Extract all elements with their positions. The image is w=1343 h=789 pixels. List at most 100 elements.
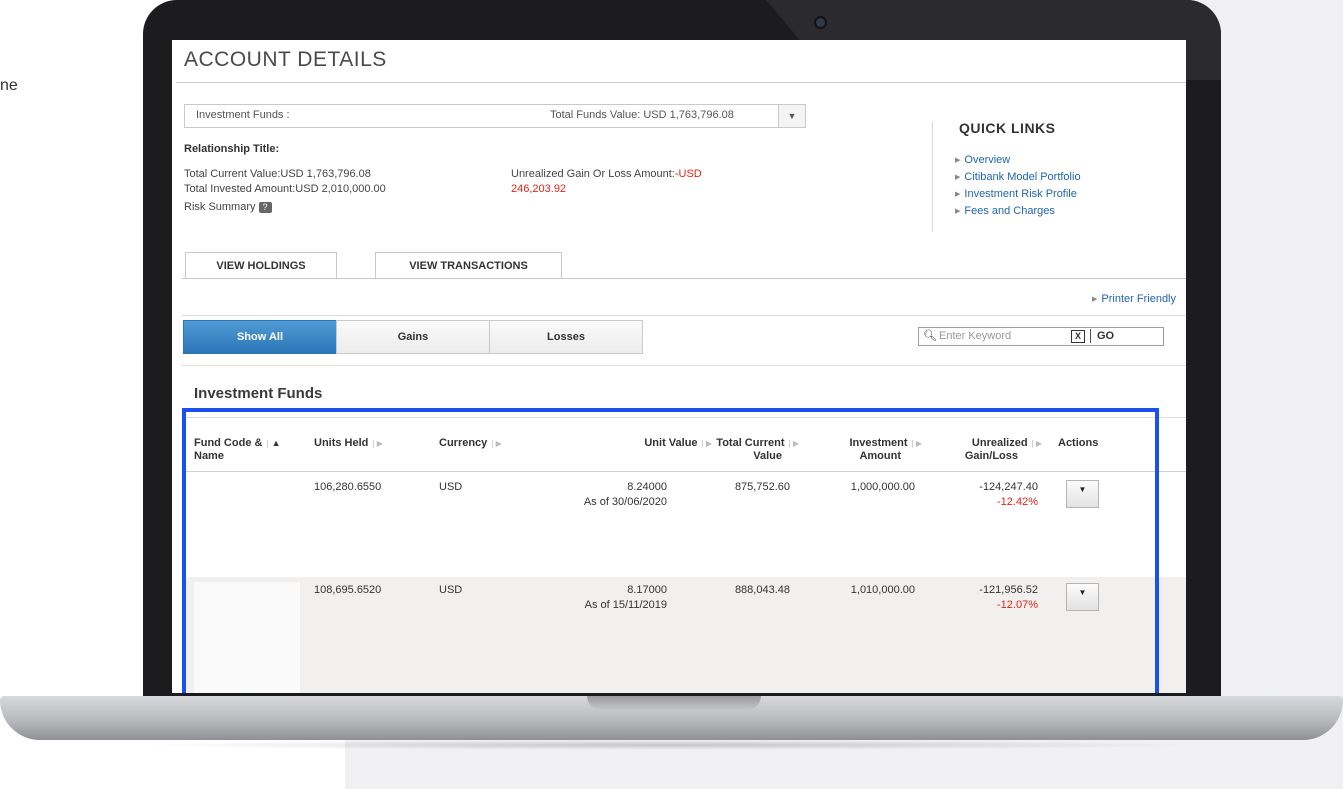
unrealized-gain-loss-cell: -121,956.52 -12.07% xyxy=(930,583,1038,613)
column-header-currency[interactable]: Currency | ▶ xyxy=(439,437,502,450)
arrow-right-icon: ▶ xyxy=(1092,296,1098,303)
divider xyxy=(176,82,1186,83)
laptop-base-notch xyxy=(587,696,761,710)
unrealized-gain-loss-cell: -124,247.40 -12.42% xyxy=(930,480,1038,510)
sort-icon: | ▶ xyxy=(1031,439,1042,448)
sort-icon: | ▶ xyxy=(911,439,922,448)
header-label: Unrealized xyxy=(971,437,1028,449)
divider xyxy=(182,278,1186,279)
total-current-value: 888,043.48 xyxy=(734,584,790,596)
column-header-total-current[interactable]: Total Current | ▶ Value xyxy=(689,437,799,462)
divider xyxy=(1090,329,1091,343)
total-invested-amount: Total Invested Amount:USD 2,010,000.00 xyxy=(184,183,386,195)
total-current-value: 875,752.60 xyxy=(734,481,790,493)
quick-link-fees[interactable]: ▶ Fees and Charges xyxy=(955,203,1081,220)
quick-link-overview[interactable]: ▶ Overview xyxy=(955,152,1081,169)
fund-select-value: Total Funds Value: USD 1,763,796.08 xyxy=(550,109,734,121)
currency: USD xyxy=(439,481,463,493)
investment-amount: 1,010,000.00 xyxy=(850,584,915,596)
sort-separator-icon: | xyxy=(266,439,269,448)
investment-amount: 1,000,000.00 xyxy=(850,481,915,493)
divider xyxy=(182,315,1186,316)
go-button[interactable]: GO xyxy=(1097,330,1114,342)
unit-value-number: 8.24000 xyxy=(627,481,667,493)
unit-value-number: 8.17000 xyxy=(627,584,667,596)
unrealized-label: Unrealized Gain Or Loss Amount: xyxy=(511,168,675,180)
investment-funds-select[interactable]: Investment Funds : Total Funds Value: US… xyxy=(184,104,806,128)
quick-link-label[interactable]: Fees and Charges xyxy=(964,205,1055,217)
column-header-units-held[interactable]: Units Held | ▶ xyxy=(314,437,383,450)
relationship-title: Relationship Title: xyxy=(184,143,280,155)
filter-gains-button[interactable]: Gains xyxy=(336,320,490,354)
quick-links-title: QUICK LINKS xyxy=(959,120,1056,136)
header-label: Amount xyxy=(859,450,901,462)
actions-dropdown-button[interactable]: ▼ xyxy=(1066,583,1099,611)
unrealized-value: 246,203.92 xyxy=(511,183,567,195)
column-header-fund[interactable]: Fund Code & | ▲ Name xyxy=(194,437,281,462)
camera-icon xyxy=(816,18,825,27)
header-label: Units Held xyxy=(314,437,369,449)
column-header-actions: Actions xyxy=(1058,437,1099,449)
header-label: Gain/Loss xyxy=(964,450,1018,462)
sort-icon: | ▶ xyxy=(372,439,383,448)
risk-summary: Risk Summary? xyxy=(184,200,386,215)
search-input[interactable]: Enter Keyword xyxy=(939,330,1011,342)
fund-name-cell xyxy=(194,582,300,693)
quick-links-list: ▶ Overview ▶ Citibank Model Portfolio ▶ Inv… xyxy=(955,152,1081,220)
help-icon[interactable]: ? xyxy=(258,201,272,213)
gain-loss-percent: -12.07% xyxy=(997,599,1038,611)
header-label: Value xyxy=(753,450,782,462)
currency: USD xyxy=(439,584,463,596)
fund-select-label: Investment Funds : xyxy=(196,109,290,121)
gain-loss-amount: -121,956.52 xyxy=(979,584,1038,596)
search-icon: 🔍︎ xyxy=(923,330,937,342)
filter-losses-button[interactable]: Losses xyxy=(489,320,643,354)
header-label: Currency xyxy=(439,437,488,449)
unrealized-gain-loss: Unrealized Gain Or Loss Amount:-USD 246,… xyxy=(511,167,702,197)
screen: ACCOUNT DETAILS Investment Funds : Total… xyxy=(172,40,1186,693)
risk-summary-label: Risk Summary xyxy=(184,201,256,213)
divider xyxy=(182,471,1186,472)
arrow-right-icon: ▶ xyxy=(955,174,961,181)
chevron-down-icon[interactable]: ▼ xyxy=(778,105,805,127)
unrealized-value-prefix: -USD xyxy=(674,168,702,180)
unit-value-date: As of 15/11/2019 xyxy=(584,599,667,611)
quick-link-label[interactable]: Investment Risk Profile xyxy=(964,188,1076,200)
side-text-fragment: ne xyxy=(0,77,18,94)
divider xyxy=(182,365,1186,366)
arrow-right-icon: ▶ xyxy=(955,157,961,164)
quick-link-risk-profile[interactable]: ▶ Investment Risk Profile xyxy=(955,186,1081,203)
arrow-right-icon: ▶ xyxy=(955,191,961,198)
quick-link-label[interactable]: Citibank Model Portfolio xyxy=(964,171,1080,183)
header-label: Investment xyxy=(849,437,908,449)
arrow-right-icon: ▶ xyxy=(955,208,961,215)
gain-loss-amount: -124,247.40 xyxy=(979,481,1038,493)
laptop-shadow xyxy=(130,740,1210,750)
actions-dropdown-button[interactable]: ▼ xyxy=(1066,480,1099,508)
header-label: Fund Code & xyxy=(194,437,263,449)
sort-up-icon: ▲ xyxy=(271,438,281,448)
column-header-unrealized[interactable]: Unrealized | ▶ Gain/Loss xyxy=(932,437,1042,462)
account-summary-left: Total Current Value:USD 1,763,796.08 Tot… xyxy=(184,167,386,215)
filter-show-all-button[interactable]: Show All xyxy=(183,320,337,354)
section-title: Investment Funds xyxy=(194,385,323,402)
clear-icon[interactable]: X xyxy=(1071,330,1085,343)
header-label: Total Current xyxy=(716,437,785,449)
printer-friendly-label[interactable]: Printer Friendly xyxy=(1101,293,1176,305)
gain-loss-percent: -12.42% xyxy=(997,496,1038,508)
keyword-search[interactable]: 🔍︎ Enter Keyword X GO xyxy=(918,327,1164,346)
column-header-investment[interactable]: Investment | ▶ Amount xyxy=(812,437,922,462)
page-title: ACCOUNT DETAILS xyxy=(184,48,387,71)
unit-value: 8.17000 As of 15/11/2019 xyxy=(532,583,667,613)
units-held: 106,280.6550 xyxy=(314,481,382,493)
printer-friendly-link[interactable]: ▶ Printer Friendly xyxy=(1092,293,1176,305)
tab-view-holdings[interactable]: VIEW HOLDINGS xyxy=(185,252,337,279)
quick-link-model-portfolio[interactable]: ▶ Citibank Model Portfolio xyxy=(955,169,1081,186)
divider xyxy=(182,417,1186,418)
tab-view-transactions[interactable]: VIEW TRANSACTIONS xyxy=(375,252,562,279)
quick-link-label[interactable]: Overview xyxy=(964,154,1010,166)
unit-value-date: As of 30/06/2020 xyxy=(583,496,667,508)
caret-down-icon: ▼ xyxy=(1078,485,1087,494)
caret-down-icon: ▼ xyxy=(1078,588,1087,597)
unit-value: 8.24000 As of 30/06/2020 xyxy=(532,480,667,510)
